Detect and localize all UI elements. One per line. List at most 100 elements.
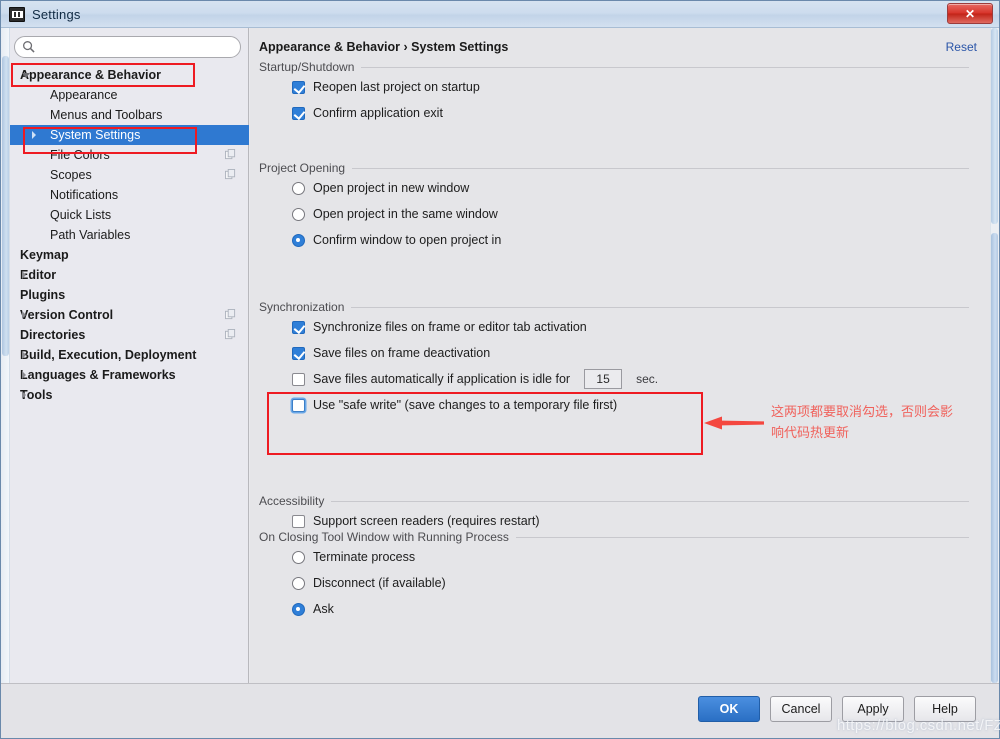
copy-settings-icon[interactable] [225, 309, 236, 320]
option-label: Reopen last project on startup [313, 80, 480, 94]
radio-disconnect-if-available[interactable] [292, 576, 305, 590]
option-label: Save files automatically if application … [313, 372, 571, 386]
option-label: Open project in the same window [313, 207, 498, 221]
checkbox-save-files-on-frame-deactivation[interactable] [292, 346, 305, 360]
sidebar-item-label: Version Control [20, 308, 114, 322]
ok-button[interactable]: OK [698, 696, 760, 722]
sidebar-item-notifications[interactable]: Notifications [10, 185, 248, 205]
sidebar-item-languages-frameworks[interactable]: Languages & Frameworks [10, 365, 248, 385]
chevron-right-icon[interactable] [22, 391, 26, 399]
sidebar-item-label: Appearance [50, 88, 118, 102]
group-title: Accessibility [259, 494, 969, 508]
sidebar-item-label: Languages & Frameworks [20, 368, 176, 382]
option-label: Save files on frame deactivation [313, 346, 491, 360]
sidebar-item-label: File Colors [50, 148, 110, 162]
sidebar-item-appearance-behavior[interactable]: Appearance & Behavior [10, 65, 248, 85]
chevron-right-icon[interactable] [22, 371, 26, 379]
sidebar-item-path-variables[interactable]: Path Variables [10, 225, 248, 245]
option-label: Use "safe write" (save changes to a temp… [313, 398, 618, 412]
help-button[interactable]: Help [914, 696, 976, 722]
sidebar-scrollbar[interactable] [1, 28, 10, 683]
option-row-open-project-in-new-window[interactable]: Open project in new window [259, 175, 969, 201]
sidebar-item-quick-lists[interactable]: Quick Lists [10, 205, 248, 225]
idle-seconds-input[interactable]: 15 [584, 369, 623, 389]
option-label: Ask [313, 602, 334, 616]
settings-sidebar: Appearance & Behavior Appearance Menus and… [1, 28, 249, 683]
main-scrollbar-thumb-lower[interactable] [991, 233, 998, 683]
option-row-open-project-in-the-same-window[interactable]: Open project in the same window [259, 201, 969, 227]
checkbox-confirm-application-exit[interactable] [292, 106, 305, 120]
checkbox-support-screen-readers-requires-restart[interactable] [292, 514, 305, 528]
dialog-body: Appearance & Behavior Appearance Menus and… [1, 28, 999, 683]
radio-open-project-in-new-window[interactable] [292, 181, 305, 195]
group-divider [351, 306, 969, 308]
sidebar-item-scopes[interactable]: Scopes [10, 165, 248, 185]
checkbox-reopen-last-project-on-startup[interactable] [292, 80, 305, 94]
option-row-save-files-automatically-if-application-is-i[interactable]: Save files automatically if application … [259, 366, 969, 392]
main-scrollbar[interactable] [990, 28, 999, 683]
checkbox-save-files-automatically-if-application-is-i[interactable] [292, 372, 305, 386]
option-label: Confirm application exit [313, 106, 443, 120]
idle-seconds-unit: sec. [636, 372, 659, 386]
option-row-confirm-application-exit[interactable]: Confirm application exit [259, 100, 969, 126]
group-title-label: On Closing Tool Window with Running Proc… [259, 530, 509, 544]
radio-confirm-window-to-open-project-in[interactable] [292, 233, 305, 247]
sidebar-item-keymap[interactable]: Keymap [10, 245, 248, 265]
chevron-right-icon[interactable] [22, 351, 26, 359]
copy-settings-icon[interactable] [225, 329, 236, 340]
reset-link[interactable]: Reset [946, 40, 977, 54]
radio-ask[interactable] [292, 602, 305, 616]
sidebar-item-system-settings[interactable]: System Settings [10, 125, 249, 145]
sidebar-item-menus-and-toolbars[interactable]: Menus and Toolbars [10, 105, 248, 125]
option-row-confirm-window-to-open-project-in[interactable]: Confirm window to open project in [259, 227, 969, 253]
sidebar-item-label: Plugins [20, 288, 66, 302]
sidebar-item-appearance[interactable]: Appearance [10, 85, 248, 105]
sidebar-item-file-colors[interactable]: File Colors [10, 145, 248, 165]
sidebar-item-version-control[interactable]: Version Control [10, 305, 248, 325]
option-label: Support screen readers (requires restart… [313, 514, 540, 528]
ide-settings-icon [9, 6, 25, 22]
option-row-disconnect-if-available[interactable]: Disconnect (if available) [259, 570, 969, 596]
cancel-button[interactable]: Cancel [770, 696, 832, 722]
chevron-right-icon[interactable] [22, 271, 26, 279]
radio-open-project-in-the-same-window[interactable] [292, 207, 305, 221]
option-row-ask[interactable]: Ask [259, 596, 969, 622]
group-title: Project Opening [259, 161, 969, 175]
sidebar-item-label: Keymap [20, 248, 69, 262]
settings-group: On Closing Tool Window with Running Proc… [259, 530, 969, 622]
group-title-label: Startup/Shutdown [259, 60, 355, 74]
search-field-wrapper [14, 36, 241, 58]
copy-settings-icon[interactable] [225, 149, 236, 160]
apply-button[interactable]: Apply [842, 696, 904, 722]
settings-group: Accessibility Support screen readers (req… [259, 494, 969, 534]
chevron-right-icon[interactable] [22, 311, 26, 319]
copy-settings-icon[interactable] [225, 169, 236, 180]
sidebar-item-tools[interactable]: Tools [10, 385, 248, 405]
main-scrollbar-thumb-upper[interactable] [991, 28, 998, 224]
group-title-label: Accessibility [259, 494, 325, 508]
option-row-reopen-last-project-on-startup[interactable]: Reopen last project on startup [259, 74, 969, 100]
checkbox-synchronize-files-on-frame-or-editor-tab-act[interactable] [292, 320, 305, 334]
option-row-save-files-on-frame-deactivation[interactable]: Save files on frame deactivation [259, 340, 969, 366]
search-input[interactable] [14, 36, 241, 58]
option-label: Terminate process [313, 550, 416, 564]
sidebar-item-directories[interactable]: Directories [10, 325, 248, 345]
sidebar-item-label: System Settings [50, 128, 141, 142]
group-divider [361, 66, 969, 68]
option-row-terminate-process[interactable]: Terminate process [259, 544, 969, 570]
annotation-text: 这两项都要取消勾选，否则会影响代码热更新 [771, 404, 954, 440]
chevron-down-icon[interactable] [22, 73, 30, 78]
option-row-synchronize-files-on-frame-or-editor-tab-act[interactable]: Synchronize files on frame or editor tab… [259, 314, 969, 340]
radio-terminate-process[interactable] [292, 550, 305, 564]
sidebar-item-plugins[interactable]: Plugins [10, 285, 248, 305]
sidebar-scrollbar-thumb[interactable] [2, 56, 9, 356]
close-icon[interactable]: ✕ [947, 3, 993, 24]
option-label: Confirm window to open project in [313, 233, 502, 247]
group-title: On Closing Tool Window with Running Proc… [259, 530, 969, 544]
checkbox-use-safe-write-save-changes-to-a-temporary-f[interactable] [292, 398, 305, 412]
sidebar-item-label: Appearance & Behavior [20, 68, 162, 82]
sidebar-item-editor[interactable]: Editor [10, 265, 248, 285]
chevron-right-icon[interactable] [32, 131, 36, 139]
settings-group: Project Opening Open project in new windo… [259, 161, 969, 253]
sidebar-item-build-execution-deployment[interactable]: Build, Execution, Deployment [10, 345, 248, 365]
